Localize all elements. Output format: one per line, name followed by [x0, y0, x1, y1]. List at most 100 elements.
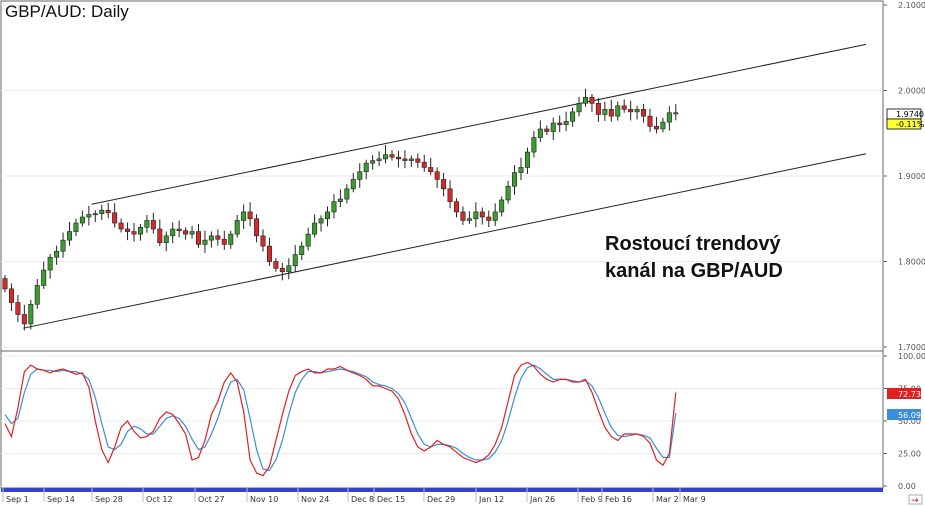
candle-body	[131, 231, 137, 235]
candle-body	[621, 105, 627, 110]
candle-body	[453, 201, 459, 213]
candle-body	[615, 105, 621, 117]
chart-title: GBP/AUD: Daily	[5, 2, 129, 21]
date-label: Sep 28	[95, 495, 123, 504]
candle-body	[189, 231, 195, 235]
candle-body	[589, 97, 595, 104]
date-label: Dec 8	[351, 495, 374, 504]
candle-body	[234, 220, 240, 235]
candle-body	[41, 269, 47, 286]
date-label: Mar 2	[656, 495, 679, 504]
candle-body	[118, 222, 124, 230]
candle-body	[21, 314, 27, 325]
candle-body	[254, 218, 260, 237]
candle-body	[105, 209, 111, 214]
candle-body	[286, 265, 292, 273]
candle-body	[221, 238, 227, 245]
candle-body	[479, 211, 485, 218]
date-label: Jan 12	[478, 495, 504, 504]
candle-body	[144, 220, 150, 228]
candle-body	[673, 112, 679, 115]
stoch-tick-label: 25.00	[898, 450, 921, 459]
candle-body	[176, 228, 182, 232]
candle-body	[170, 228, 176, 237]
candle-body	[363, 162, 369, 173]
stoch-tick-label: 100.00	[898, 352, 925, 361]
candle-body	[8, 288, 14, 303]
date-bar	[1, 488, 883, 492]
candle-body	[524, 151, 530, 168]
candle-body	[666, 112, 672, 123]
candle-body	[582, 97, 588, 104]
candle-body	[447, 188, 453, 202]
candle-body	[228, 233, 234, 245]
candle-body	[266, 245, 272, 262]
candle-body	[402, 158, 408, 161]
candle-body	[99, 209, 105, 214]
candle-body	[28, 303, 34, 325]
price-change: -0.11%	[896, 120, 925, 129]
candle-body	[499, 199, 505, 213]
candle-body	[60, 239, 66, 252]
candle-body	[47, 256, 53, 271]
candle-body	[376, 158, 382, 161]
candle-body	[299, 245, 305, 255]
candle-body	[331, 201, 337, 213]
candle-body	[312, 222, 318, 235]
candle-body	[383, 154, 389, 160]
candle-body	[112, 212, 118, 224]
candle-body	[86, 214, 92, 218]
candle-body	[466, 218, 472, 221]
candle-body	[73, 222, 79, 232]
gbpaud-chart: 2.10002.00001.90001.80001.7000100.0075.0…	[0, 0, 925, 506]
candle-body	[608, 109, 614, 117]
price-tick-label: 1.9000	[898, 172, 925, 181]
candle-body	[54, 250, 60, 258]
candle-body	[324, 211, 330, 220]
date-label: Sep 14	[47, 495, 75, 504]
candle-body	[344, 188, 350, 200]
candle-body	[486, 216, 492, 221]
candle-body	[137, 227, 143, 235]
candle-body	[260, 235, 266, 247]
candle-body	[563, 120, 569, 125]
stochastic-panel	[0, 350, 884, 489]
candle-body	[202, 239, 208, 245]
candle-body	[208, 235, 214, 241]
candle-body	[441, 179, 447, 190]
candle-body	[2, 278, 8, 290]
last-price: 1.9740	[896, 110, 924, 119]
annotation-line-1: Rostoucí trendový	[605, 233, 781, 255]
candle-body	[389, 154, 395, 158]
candle-body	[518, 167, 524, 173]
date-label: Feb 16	[605, 495, 632, 504]
candle-body	[292, 254, 298, 267]
candle-body	[634, 109, 640, 113]
stoch-d-value: 56.09	[898, 411, 921, 420]
date-label: Nov 24	[301, 495, 329, 504]
candle-body	[370, 160, 376, 164]
candle-body	[660, 121, 666, 130]
date-label: Feb 9	[581, 495, 603, 504]
date-label: Dec 29	[427, 495, 455, 504]
price-tick-label: 2.0000	[898, 87, 925, 96]
arrow-right-icon: →	[911, 496, 919, 506]
candle-body	[602, 109, 608, 115]
stoch-k-value: 72.73	[898, 390, 921, 399]
date-label: Mar 9	[683, 495, 706, 504]
candle-body	[163, 235, 169, 243]
candle-body	[305, 233, 311, 247]
candle-body	[150, 220, 156, 230]
candle-body	[653, 126, 659, 130]
candle-body	[544, 128, 550, 132]
candle-body	[318, 218, 324, 224]
candle-body	[273, 261, 279, 269]
candle-body	[15, 302, 21, 315]
candle-body	[641, 109, 647, 117]
price-tick-label: 1.8000	[898, 258, 925, 267]
candle-body	[512, 172, 518, 187]
candle-body	[428, 167, 434, 173]
candle-body	[415, 158, 421, 163]
date-label: Oct 27	[198, 495, 225, 504]
candle-body	[241, 211, 247, 221]
